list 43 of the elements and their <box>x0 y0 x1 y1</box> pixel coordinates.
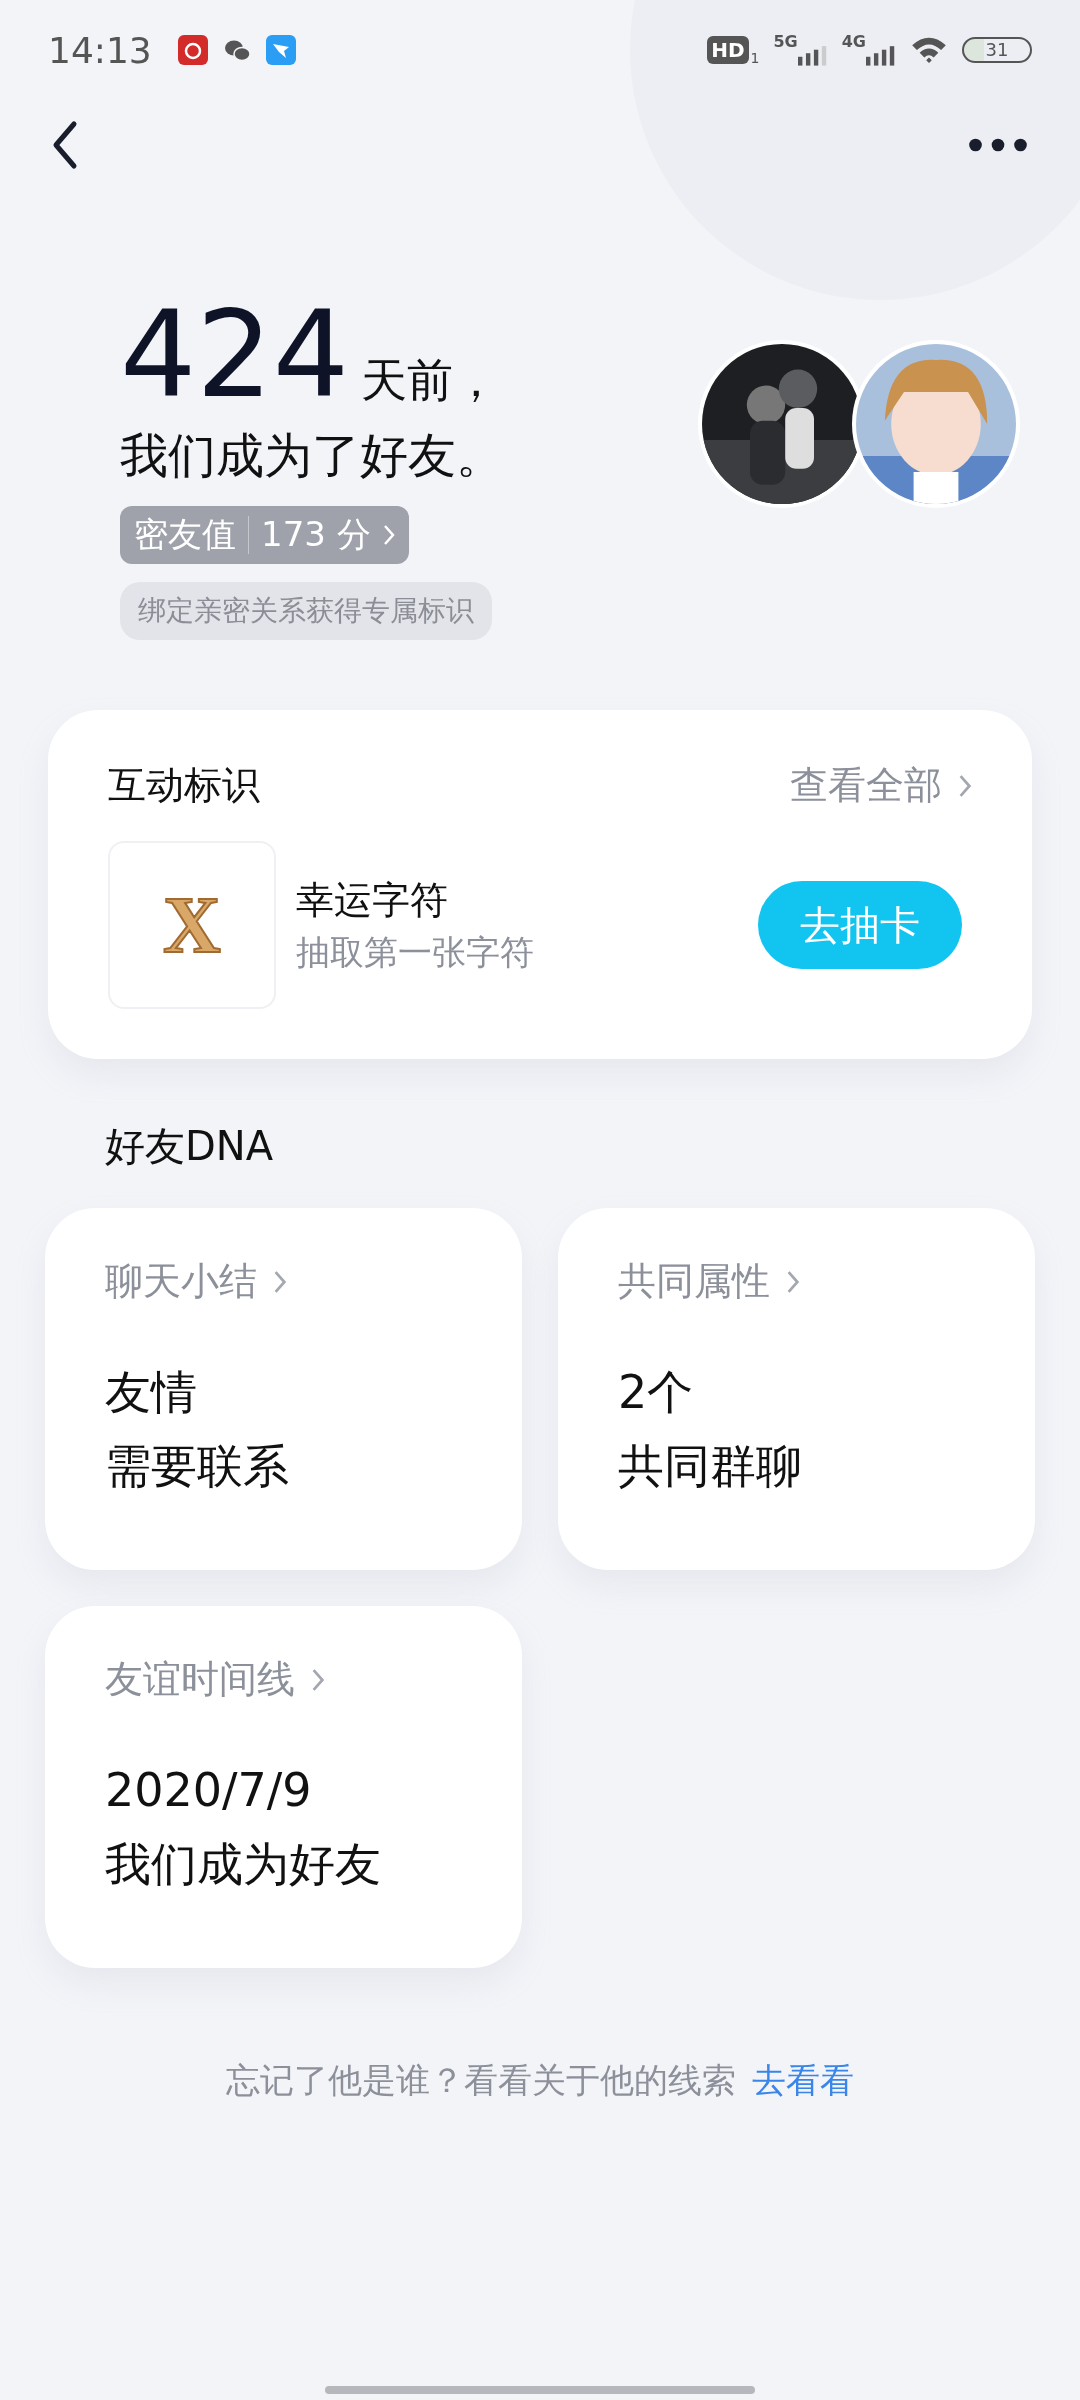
card-value: 我们成为好友 <box>105 1836 382 1893</box>
chevron-icon <box>311 1667 325 1692</box>
card-value: 需要联系 <box>105 1438 290 1495</box>
dna-card[interactable]: 友谊时间线 2020/7/9 我们成为好友 <box>45 1606 522 1968</box>
badge-name: 幸运字符 <box>296 876 449 924</box>
card-value: 2个 <box>618 1364 695 1421</box>
battery-indicator: 31 <box>962 37 1032 63</box>
network-label: 4G <box>841 32 866 51</box>
card-title: 聊天小结 <box>105 1258 257 1305</box>
dna-card[interactable]: 共同属性 2个 共同群聊 <box>558 1208 1035 1570</box>
card-value: 2020/7/9 <box>105 1762 313 1819</box>
status-time: 14:13 <box>48 29 152 71</box>
dna-card[interactable]: 聊天小结 友情 需要联系 <box>45 1208 522 1570</box>
sim-number: 1 <box>750 50 760 66</box>
card-value: 友情 <box>105 1364 198 1421</box>
signal-icon <box>797 44 828 66</box>
view-all-link[interactable]: 查看全部 <box>790 760 972 811</box>
tip-bubble: 绑定亲密关系获得专属标识 <box>120 582 492 640</box>
signal-icon <box>866 44 896 66</box>
network-label: 5G <box>773 32 798 51</box>
wifi-icon <box>910 36 948 64</box>
badge-description: 抽取第一张字符 <box>296 930 535 974</box>
days-count: 424 <box>120 290 350 420</box>
chevron-icon <box>958 773 972 798</box>
days-suffix: 天前， <box>361 352 500 409</box>
chevron-icon <box>273 1269 287 1294</box>
bird-app-icon <box>265 35 296 65</box>
chevron-icon <box>382 524 395 546</box>
badge-letter: X <box>163 879 221 971</box>
footer-text: 忘记了他是谁？看看关于他的线索 <box>226 2059 736 2102</box>
draw-card-button[interactable]: 去抽卡 <box>758 881 962 969</box>
card-title: 共同属性 <box>618 1258 770 1305</box>
chevron-icon <box>786 1269 800 1294</box>
section-title: 好友DNA <box>105 1122 275 1171</box>
section-title: 互动标识 <box>108 762 260 809</box>
card-title: 友谊时间线 <box>105 1656 295 1703</box>
music-app-icon <box>177 35 208 65</box>
more-icon[interactable] <box>966 136 1030 154</box>
card-value: 共同群聊 <box>618 1438 803 1495</box>
score-pill[interactable]: 密友值 173 分 <box>120 506 409 564</box>
footer-link[interactable]: 去看看 <box>752 2058 854 2104</box>
friendship-text: 我们成为了好友。 <box>120 426 504 485</box>
hd-indicator: HD <box>707 36 749 64</box>
